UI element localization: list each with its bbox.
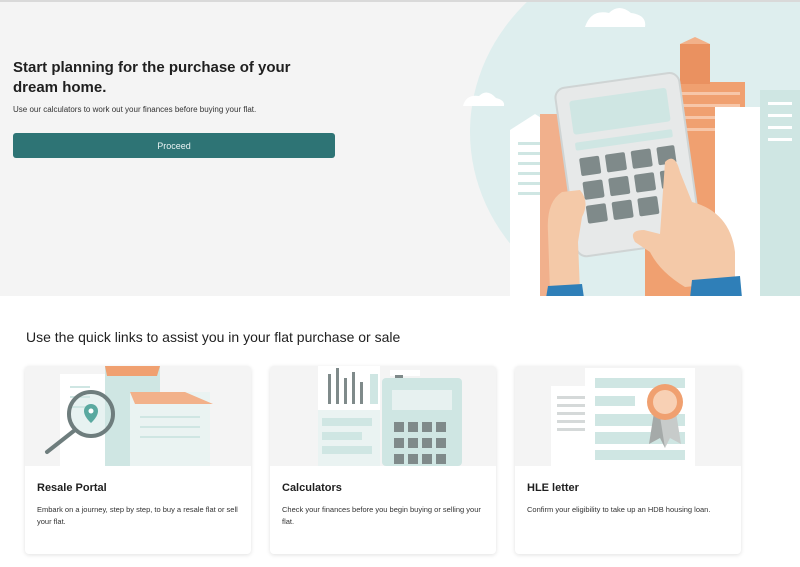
- buildings-illustration: [25, 366, 251, 466]
- quick-link-card-hle-letter[interactable]: HLE letter Confirm your eligibility to t…: [515, 366, 741, 554]
- card-title: Resale Portal: [37, 482, 107, 494]
- proceed-button[interactable]: Proceed: [13, 133, 335, 158]
- hero-banner: Start planning for the purchase of your …: [0, 0, 800, 296]
- card-description: Embark on a journey, step by step, to bu…: [37, 505, 238, 526]
- hero-subtitle: Use our calculators to work out your fin…: [13, 105, 257, 114]
- quick-links-heading: Use the quick links to assist you in you…: [26, 329, 401, 345]
- card-description: Check your finances before you begin buy…: [282, 505, 481, 526]
- calculator-illustration: [463, 2, 800, 296]
- quick-link-card-resale-portal[interactable]: Resale Portal Embark on a journey, step …: [25, 366, 251, 554]
- bar-chart-illustration: [270, 366, 496, 466]
- card-title: Calculators: [282, 482, 342, 494]
- card-title: HLE letter: [527, 482, 579, 494]
- quick-link-card-calculators[interactable]: Calculators Check your finances before y…: [270, 366, 496, 554]
- card-description: Confirm your eligibility to take up an H…: [527, 505, 711, 514]
- document-illustration: [515, 366, 741, 466]
- hero-text: Start planning for the purchase of your …: [13, 58, 333, 115]
- hero-title: Start planning for the purchase of your …: [13, 59, 291, 96]
